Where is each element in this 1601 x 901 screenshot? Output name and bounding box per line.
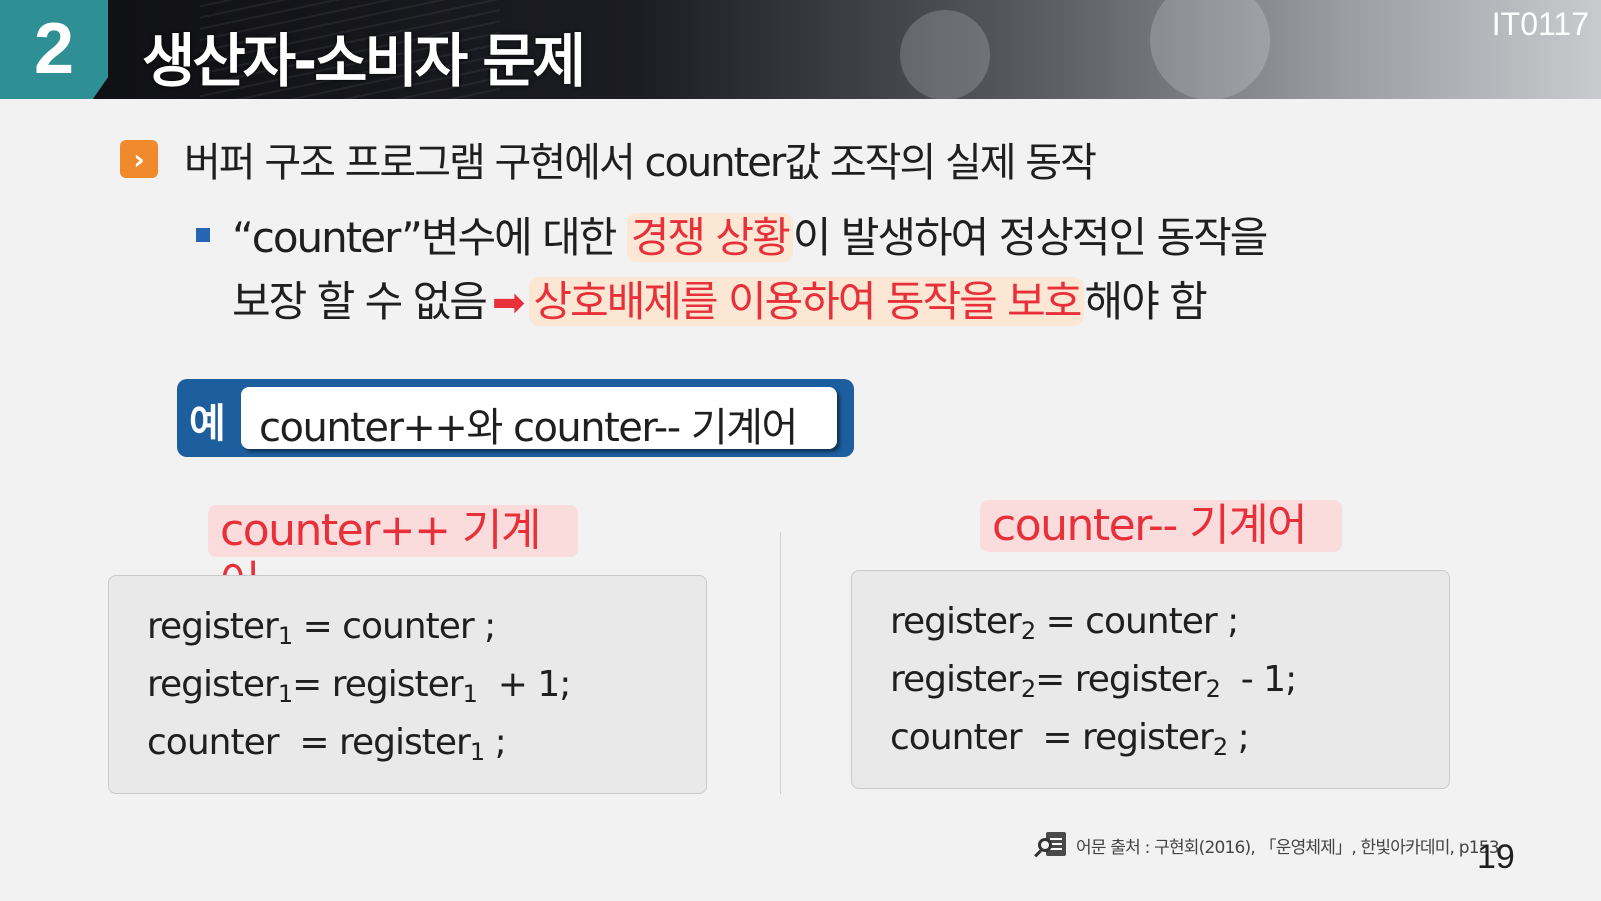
code-text: ;	[484, 722, 507, 763]
chevron-right-icon: ›	[120, 140, 158, 178]
code-text: register	[890, 659, 1022, 700]
code-text: = counter ;	[1035, 601, 1240, 642]
code-text: ;	[1227, 717, 1250, 758]
code-text: register	[890, 601, 1022, 642]
code-subscript: 1	[277, 622, 293, 650]
square-bullet-icon	[196, 228, 210, 242]
code-text: counter = register	[890, 717, 1214, 758]
sub-bullet: “counter”변수에 대한 경쟁 상황이 발생하여 정상적인 동작을 보장 …	[196, 206, 1396, 335]
code-subscript: 2	[1020, 617, 1036, 645]
sub-bullet-line-1: “counter”변수에 대한 경쟁 상황이 발생하여 정상적인 동작을	[196, 206, 1396, 270]
sub-bullet-line-2: 보장 할 수 없음 ➡ 상호배제를 이용하여 동작을 보호해야 함	[196, 270, 1396, 335]
code-subscript: 1	[469, 738, 485, 766]
main-bullet-text: 버퍼 구조 프로그램 구현에서 counter값 조작의 실제 동작	[184, 140, 1097, 186]
course-code: IT0117	[1491, 6, 1589, 42]
arrow-right-icon: ➡	[491, 280, 525, 326]
code-text: register	[147, 664, 279, 705]
sub-bullet-text: “counter”변수에 대한	[232, 213, 627, 262]
section-number: 2	[33, 9, 75, 89]
decrement-machine-label: counter-- 기계어	[980, 500, 1342, 552]
code-line: counter = register1 ;	[147, 722, 507, 766]
magnifier-document-icon	[1034, 830, 1068, 860]
code-text: register	[147, 606, 279, 647]
increment-code-panel: register1 = counter ; register1= registe…	[108, 575, 707, 794]
code-subscript: 2	[1020, 675, 1036, 703]
main-bullet: › 버퍼 구조 프로그램 구현에서 counter값 조작의 실제 동작	[120, 130, 1097, 188]
sub-bullet-text: 해야 함	[1084, 277, 1207, 326]
highlight-mutual-exclusion: 상호배제를 이용하여 동작을 보호	[529, 277, 1085, 326]
page-number: 19	[1477, 838, 1515, 876]
section-number-box: 2	[0, 0, 108, 99]
sub-bullet-text: 보장 할 수 없음	[232, 277, 488, 326]
example-text: counter++와 counter-- 기계어	[259, 405, 798, 451]
bokeh-decoration	[1150, 0, 1270, 99]
code-line: counter = register2 ;	[890, 717, 1250, 761]
code-subscript: 1	[277, 680, 293, 708]
code-text: = counter ;	[292, 606, 497, 647]
code-line: register1= register1 + 1;	[147, 664, 572, 708]
bokeh-decoration	[900, 10, 990, 99]
source-citation: 어문 출처 : 구현회(2016), 「운영체제」, 한빛아카데미, p153	[1034, 830, 1500, 860]
slide-header: 2 생산자-소비자 문제 IT0117	[0, 0, 1601, 99]
example-box: 예 counter++와 counter-- 기계어	[177, 379, 854, 457]
example-label: 예	[189, 401, 226, 447]
code-subscript: 2	[1212, 733, 1228, 761]
code-line: register2= register2 - 1;	[890, 659, 1297, 703]
code-text: counter = register	[147, 722, 471, 763]
code-text: = register	[1035, 659, 1206, 700]
decrement-code-panel: register2 = counter ; register2= registe…	[851, 570, 1450, 789]
code-subscript: 1	[462, 680, 478, 708]
increment-machine-label: counter++ 기계어	[208, 505, 578, 608]
code-subscript: 2	[1205, 675, 1221, 703]
column-divider	[780, 532, 781, 794]
code-text: + 1;	[476, 664, 572, 705]
code-line: register1 = counter ;	[147, 606, 497, 650]
sub-bullet-text: 이 발생하여 정상적인 동작을	[792, 213, 1269, 262]
source-text: 어문 출처 : 구현회(2016), 「운영체제」, 한빛아카데미, p153	[1076, 837, 1500, 858]
highlight-race-condition: 경쟁 상황	[626, 213, 793, 262]
example-content-box: counter++와 counter-- 기계어	[241, 387, 837, 451]
code-line: register2 = counter ;	[890, 601, 1240, 645]
code-text: - 1;	[1219, 659, 1297, 700]
slide-title: 생산자-소비자 문제	[142, 27, 586, 95]
code-text: = register	[292, 664, 463, 705]
